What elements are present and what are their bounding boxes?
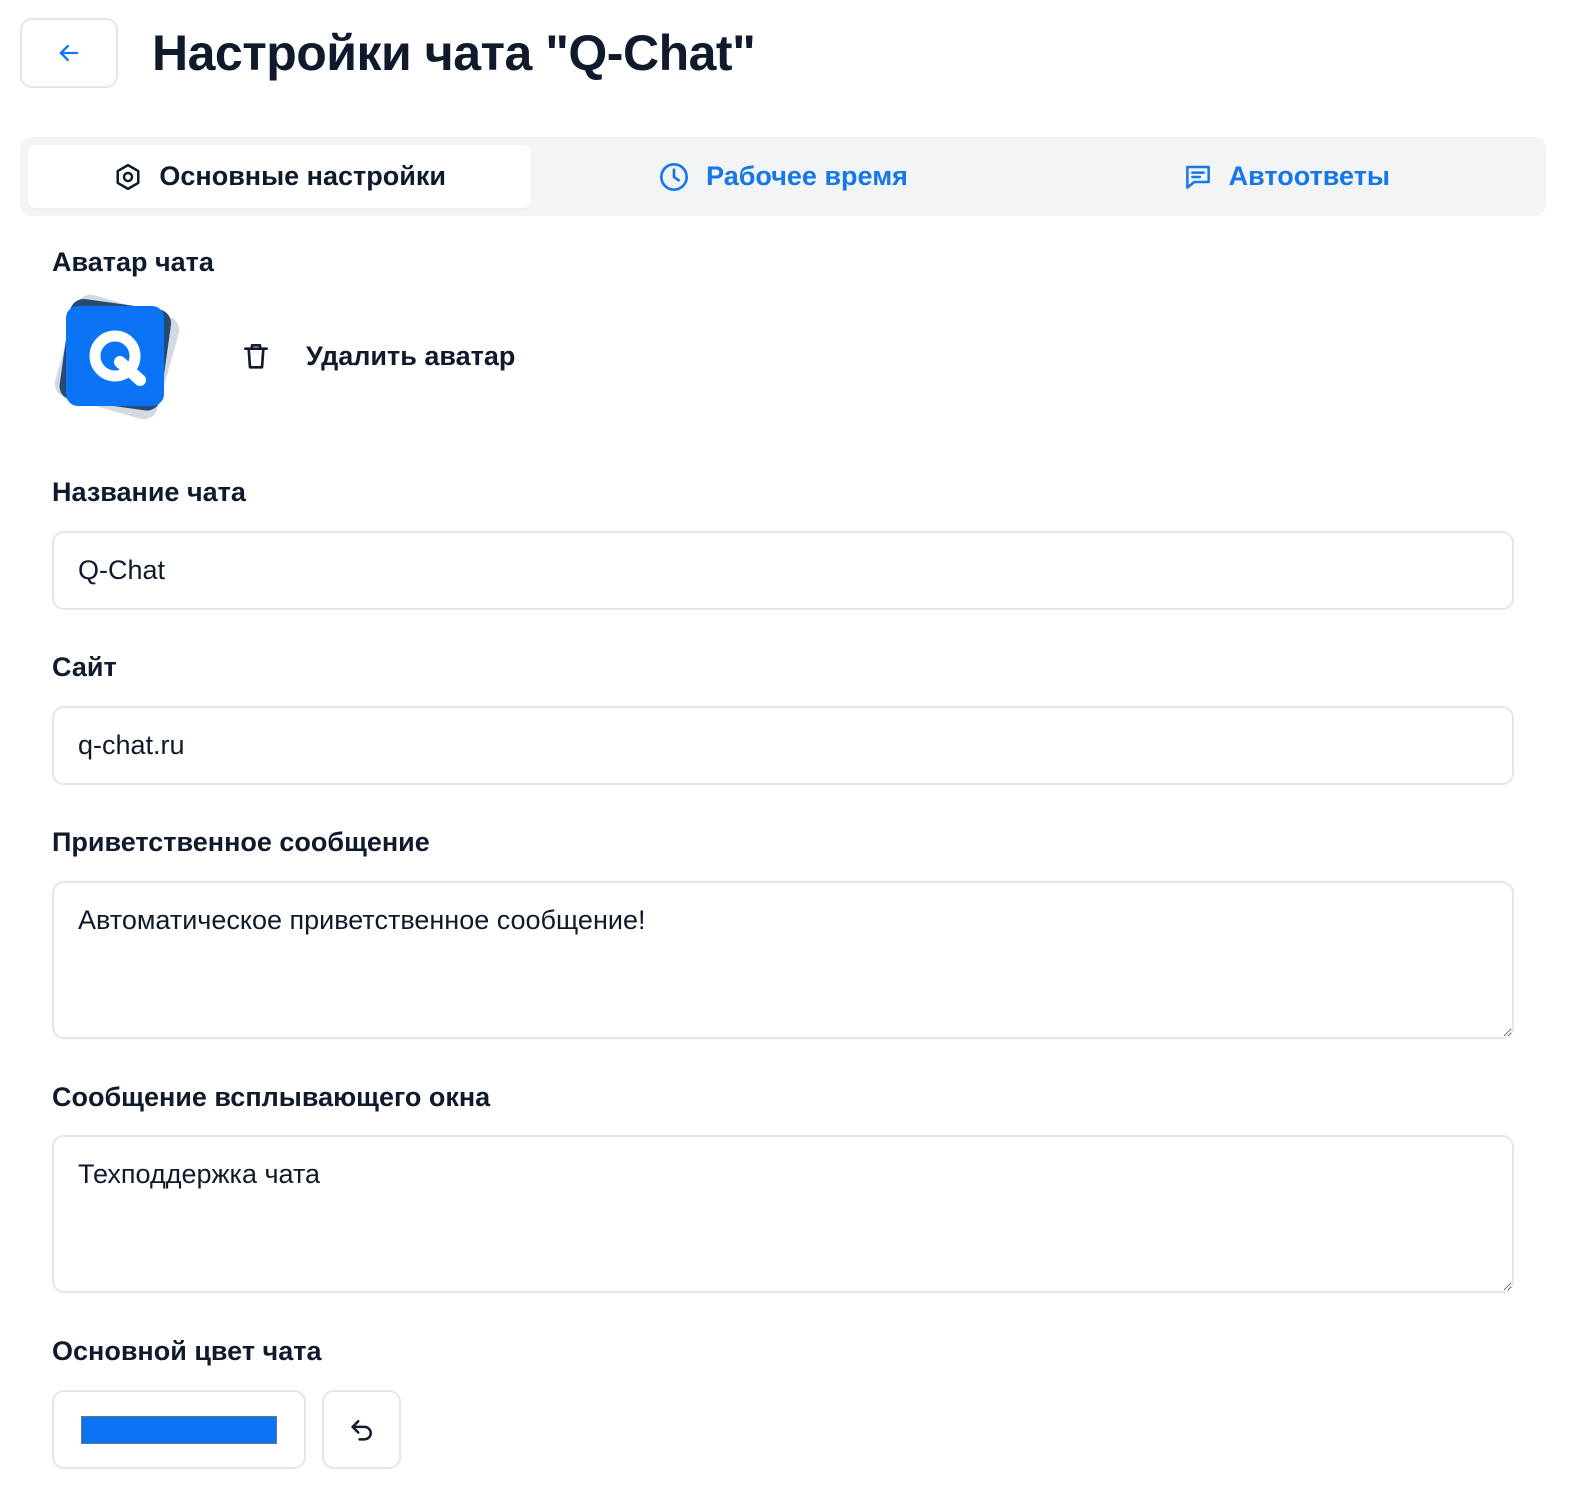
tab-auto-replies[interactable]: Автоответы <box>1035 145 1538 208</box>
popup-message-label: Сообщение всплывающего окна <box>52 1082 491 1112</box>
clock-icon <box>660 162 689 191</box>
site-label: Сайт <box>52 652 117 682</box>
tab-working-hours[interactable]: Рабочее время <box>531 145 1034 208</box>
site-input[interactable] <box>52 706 1514 785</box>
delete-avatar-label: Удалить аватар <box>306 340 516 371</box>
tab-auto-replies-label: Автоответы <box>1228 161 1390 191</box>
message-lines-icon <box>1185 165 1210 189</box>
trash-icon <box>244 344 268 369</box>
welcome-message-textarea[interactable]: Автоматическое приветственное сообщение! <box>52 881 1514 1039</box>
chat-avatar <box>54 294 180 420</box>
chat-name-label: Название чата <box>52 477 246 507</box>
arrow-left-icon <box>59 44 79 62</box>
page-title: Настройки чата "Q-Chat" <box>152 25 756 81</box>
settings-tabs: Основные настройки Рабочее время Автоотв… <box>20 137 1546 216</box>
tab-main-settings[interactable]: Основные настройки <box>28 145 532 208</box>
color-swatch <box>81 1415 277 1444</box>
settings-hexagon-icon <box>116 163 140 190</box>
main-color-label: Основной цвет чата <box>52 1336 322 1366</box>
popup-message-textarea[interactable]: Техподдержка чата <box>52 1135 1514 1293</box>
undo-icon <box>350 1419 372 1441</box>
chat-name-input[interactable] <box>52 531 1514 610</box>
reset-color-button[interactable] <box>322 1390 401 1469</box>
avatar-label: Аватар чата <box>52 247 214 277</box>
tab-working-hours-label: Рабочее время <box>706 161 908 191</box>
delete-avatar-button[interactable]: Удалить аватар <box>240 336 515 376</box>
color-picker[interactable] <box>52 1390 306 1469</box>
welcome-message-label: Приветственное сообщение <box>52 827 430 857</box>
back-button[interactable] <box>20 18 118 88</box>
tab-main-settings-label: Основные настройки <box>159 161 446 191</box>
